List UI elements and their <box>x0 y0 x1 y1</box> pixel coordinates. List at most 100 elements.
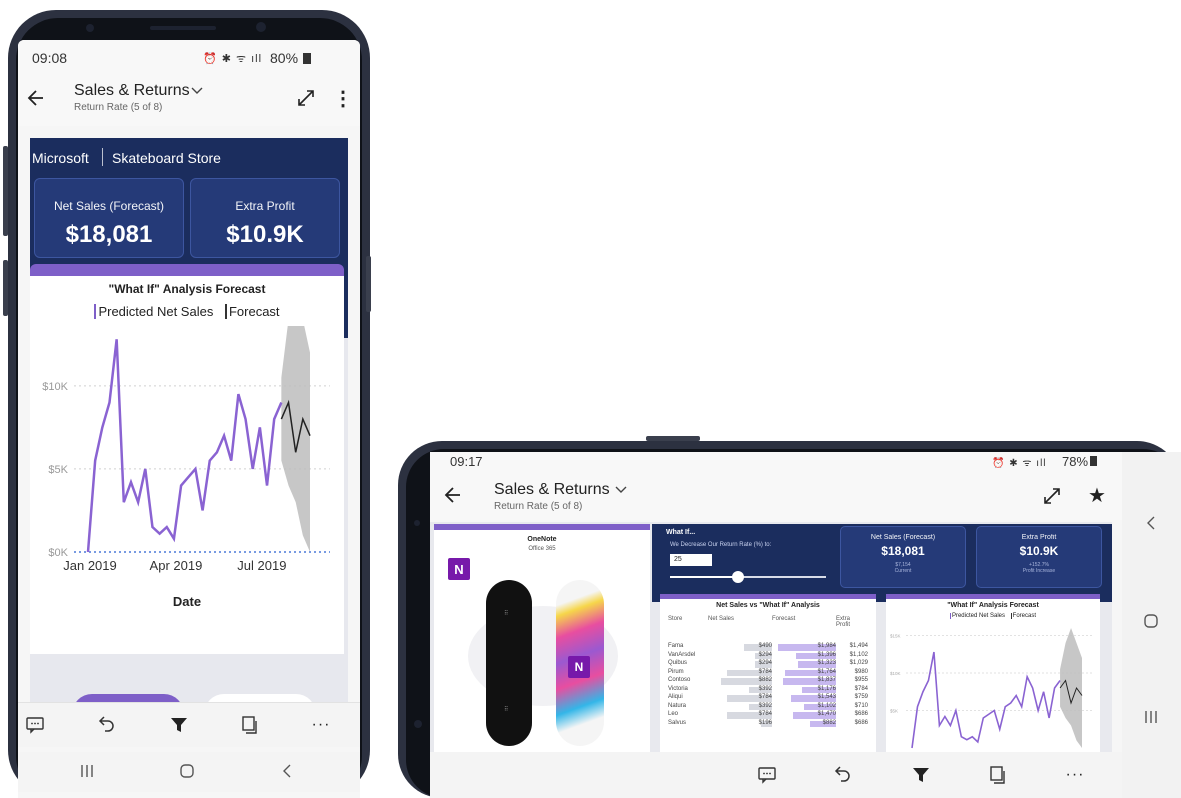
x-tick-label: Jul 2019 <box>237 558 286 573</box>
legend-forecast: Forecast <box>1010 613 1037 619</box>
cell-text: $392 <box>758 702 772 709</box>
more-horizontal-icon[interactable]: ··· <box>308 713 334 737</box>
cell-text: $784 <box>758 668 772 675</box>
chart-title: "What If" Analysis Forecast <box>947 602 1039 609</box>
forecast-chart-card-small[interactable]: "What If" Analysis Forecast Predicted Ne… <box>886 594 1100 752</box>
cell-text: $196 <box>758 719 772 726</box>
table-row[interactable]: Contoso $882 $1,837 $955 <box>668 676 868 685</box>
portrait-screen: 09:08 ⏰ ✱ ᯤ ıll 80% Sales & Returns Retu… <box>18 40 360 798</box>
pages-icon[interactable] <box>236 713 262 737</box>
nav-back-icon[interactable] <box>1140 512 1162 534</box>
filter-icon[interactable] <box>166 713 192 737</box>
report-title[interactable]: Sales & Returns Return Rate (5 of 8) <box>74 82 190 113</box>
table-cell: $1,764 <box>772 668 836 677</box>
table-title: Net Sales vs "What If" Analysis <box>716 602 820 609</box>
favorite-star-icon[interactable]: ★ <box>1084 482 1110 508</box>
onenote-card[interactable]: OneNote Office 365 N ⠿ ⠿ N <box>434 524 650 752</box>
slider-thumb[interactable] <box>732 571 744 583</box>
slider-fill <box>670 576 738 578</box>
cell-text: $1,102 <box>849 651 868 658</box>
kpi-net-sales[interactable]: Net Sales (Forecast) $18,081 $7,154 Curr… <box>840 526 966 588</box>
chart-legend: Predicted Net Sales Forecast <box>886 613 1100 619</box>
report-brand-row: Microsoft Skateboard Store <box>30 148 348 170</box>
more-horizontal-icon[interactable]: ··· <box>1062 764 1088 786</box>
table-cell: $784 <box>708 694 772 702</box>
page-subtitle: Return Rate (5 of 8) <box>494 501 583 512</box>
undo-icon[interactable] <box>94 713 120 737</box>
table-cell: $392 <box>708 702 772 711</box>
return-rate-slider-track[interactable] <box>670 571 826 583</box>
whatif-title: What If... <box>666 529 696 536</box>
kpi-net-sales[interactable]: Net Sales (Forecast) $18,081 <box>34 178 184 258</box>
col-header[interactable]: Net Sales <box>708 616 772 622</box>
status-time: 09:08 <box>32 50 68 66</box>
col-header[interactable]: Extra Profit <box>836 616 856 628</box>
card-accent-bar <box>434 524 650 530</box>
comment-icon[interactable] <box>754 764 780 786</box>
legend-forecast: Forecast <box>224 304 280 319</box>
home-icon[interactable] <box>176 760 198 782</box>
table-cell: $882 <box>772 720 836 728</box>
cell-text: $784 <box>854 685 868 692</box>
expand-icon[interactable] <box>294 86 318 110</box>
table-row[interactable]: Pirum $784 $1,764 $980 <box>668 668 868 677</box>
report-toolbar: ··· <box>18 702 360 747</box>
cell-text: $686 <box>854 719 868 726</box>
undo-icon[interactable] <box>830 764 856 786</box>
status-time: 09:17 <box>450 454 483 469</box>
y-tick-label: $10K <box>890 671 901 676</box>
chevron-down-icon[interactable] <box>188 82 206 100</box>
status-bar: 09:08 ⏰ ✱ ᯤ ıll 80% <box>18 40 360 76</box>
forecast-band <box>1060 628 1082 748</box>
table-row[interactable]: Quibus $294 $1,323 $1,029 <box>668 659 868 668</box>
chevron-down-icon[interactable] <box>612 482 630 498</box>
kpi-value: $10.9K <box>226 221 304 248</box>
table-row[interactable]: Salvus $196 $882 $686 <box>668 719 868 728</box>
cell-text: $1,764 <box>817 668 836 675</box>
table-row[interactable]: VanArsdel $294 $1,396 $1,102 <box>668 651 868 660</box>
table-row[interactable]: Aliqui $784 $1,543 $759 <box>668 693 868 702</box>
table-row[interactable]: Fama $490 $1,984 $1,494 <box>668 642 868 651</box>
kpi-label: Extra Profit <box>235 199 295 213</box>
back-arrow-icon[interactable] <box>22 84 50 112</box>
forecast-chart-card[interactable]: "What If" Analysis Forecast Predicted Ne… <box>30 276 344 654</box>
home-icon[interactable] <box>1140 610 1162 632</box>
more-vertical-icon[interactable]: ⋮ <box>333 86 353 110</box>
x-axis-title: Date <box>172 594 202 609</box>
cell-text: $710 <box>854 702 868 709</box>
filter-icon[interactable] <box>908 764 934 786</box>
table-cell: $1,543 <box>772 694 836 702</box>
android-nav-bar-side <box>1122 452 1181 798</box>
col-header[interactable]: Store <box>668 616 708 622</box>
table-cell: Aliqui <box>668 694 708 700</box>
recent-apps-icon[interactable] <box>1140 706 1162 728</box>
cell-text: Quibus <box>668 660 688 667</box>
net-sales-table-card[interactable]: Net Sales vs "What If" Analysis Store Ne… <box>660 594 876 752</box>
kpi-extra-profit[interactable]: Extra Profit $10.9K <box>190 178 340 258</box>
battery-icon <box>1090 456 1097 466</box>
expand-icon[interactable] <box>1040 484 1064 508</box>
chart-legend: Predicted Net Sales Forecast <box>30 304 344 319</box>
onenote-deck-logo-icon: N <box>568 656 590 678</box>
nav-back-icon[interactable] <box>276 760 298 782</box>
speaker-grille <box>150 26 216 30</box>
col-header[interactable]: Forecast <box>772 616 836 622</box>
card-accent-bar <box>660 594 876 599</box>
cell-text: $1,176 <box>817 685 836 692</box>
cell-text: Victoria <box>668 685 688 692</box>
back-arrow-icon[interactable] <box>440 482 466 508</box>
table-cell: $1,984 <box>772 643 836 651</box>
table-cell: $686 <box>836 720 868 726</box>
table-cell: $294 <box>708 660 772 668</box>
report-title[interactable]: Sales & Returns Return Rate (5 of 8) <box>494 481 610 512</box>
table-row[interactable]: Leo $784 $1,470 $686 <box>668 710 868 719</box>
table-cell: $1,470 <box>772 711 836 719</box>
table-row[interactable]: Victoria $392 $1,176 $784 <box>668 685 868 694</box>
pages-icon[interactable] <box>984 764 1010 786</box>
return-rate-input[interactable]: 25 <box>670 554 712 566</box>
table-row[interactable]: Natura $392 $1,102 $710 <box>668 702 868 711</box>
battery-percent: 80% <box>270 50 299 66</box>
comment-icon[interactable] <box>22 713 48 737</box>
kpi-extra-profit[interactable]: Extra Profit $10.9K +152.7% Profit Incre… <box>976 526 1102 588</box>
recent-apps-icon[interactable] <box>76 760 98 782</box>
